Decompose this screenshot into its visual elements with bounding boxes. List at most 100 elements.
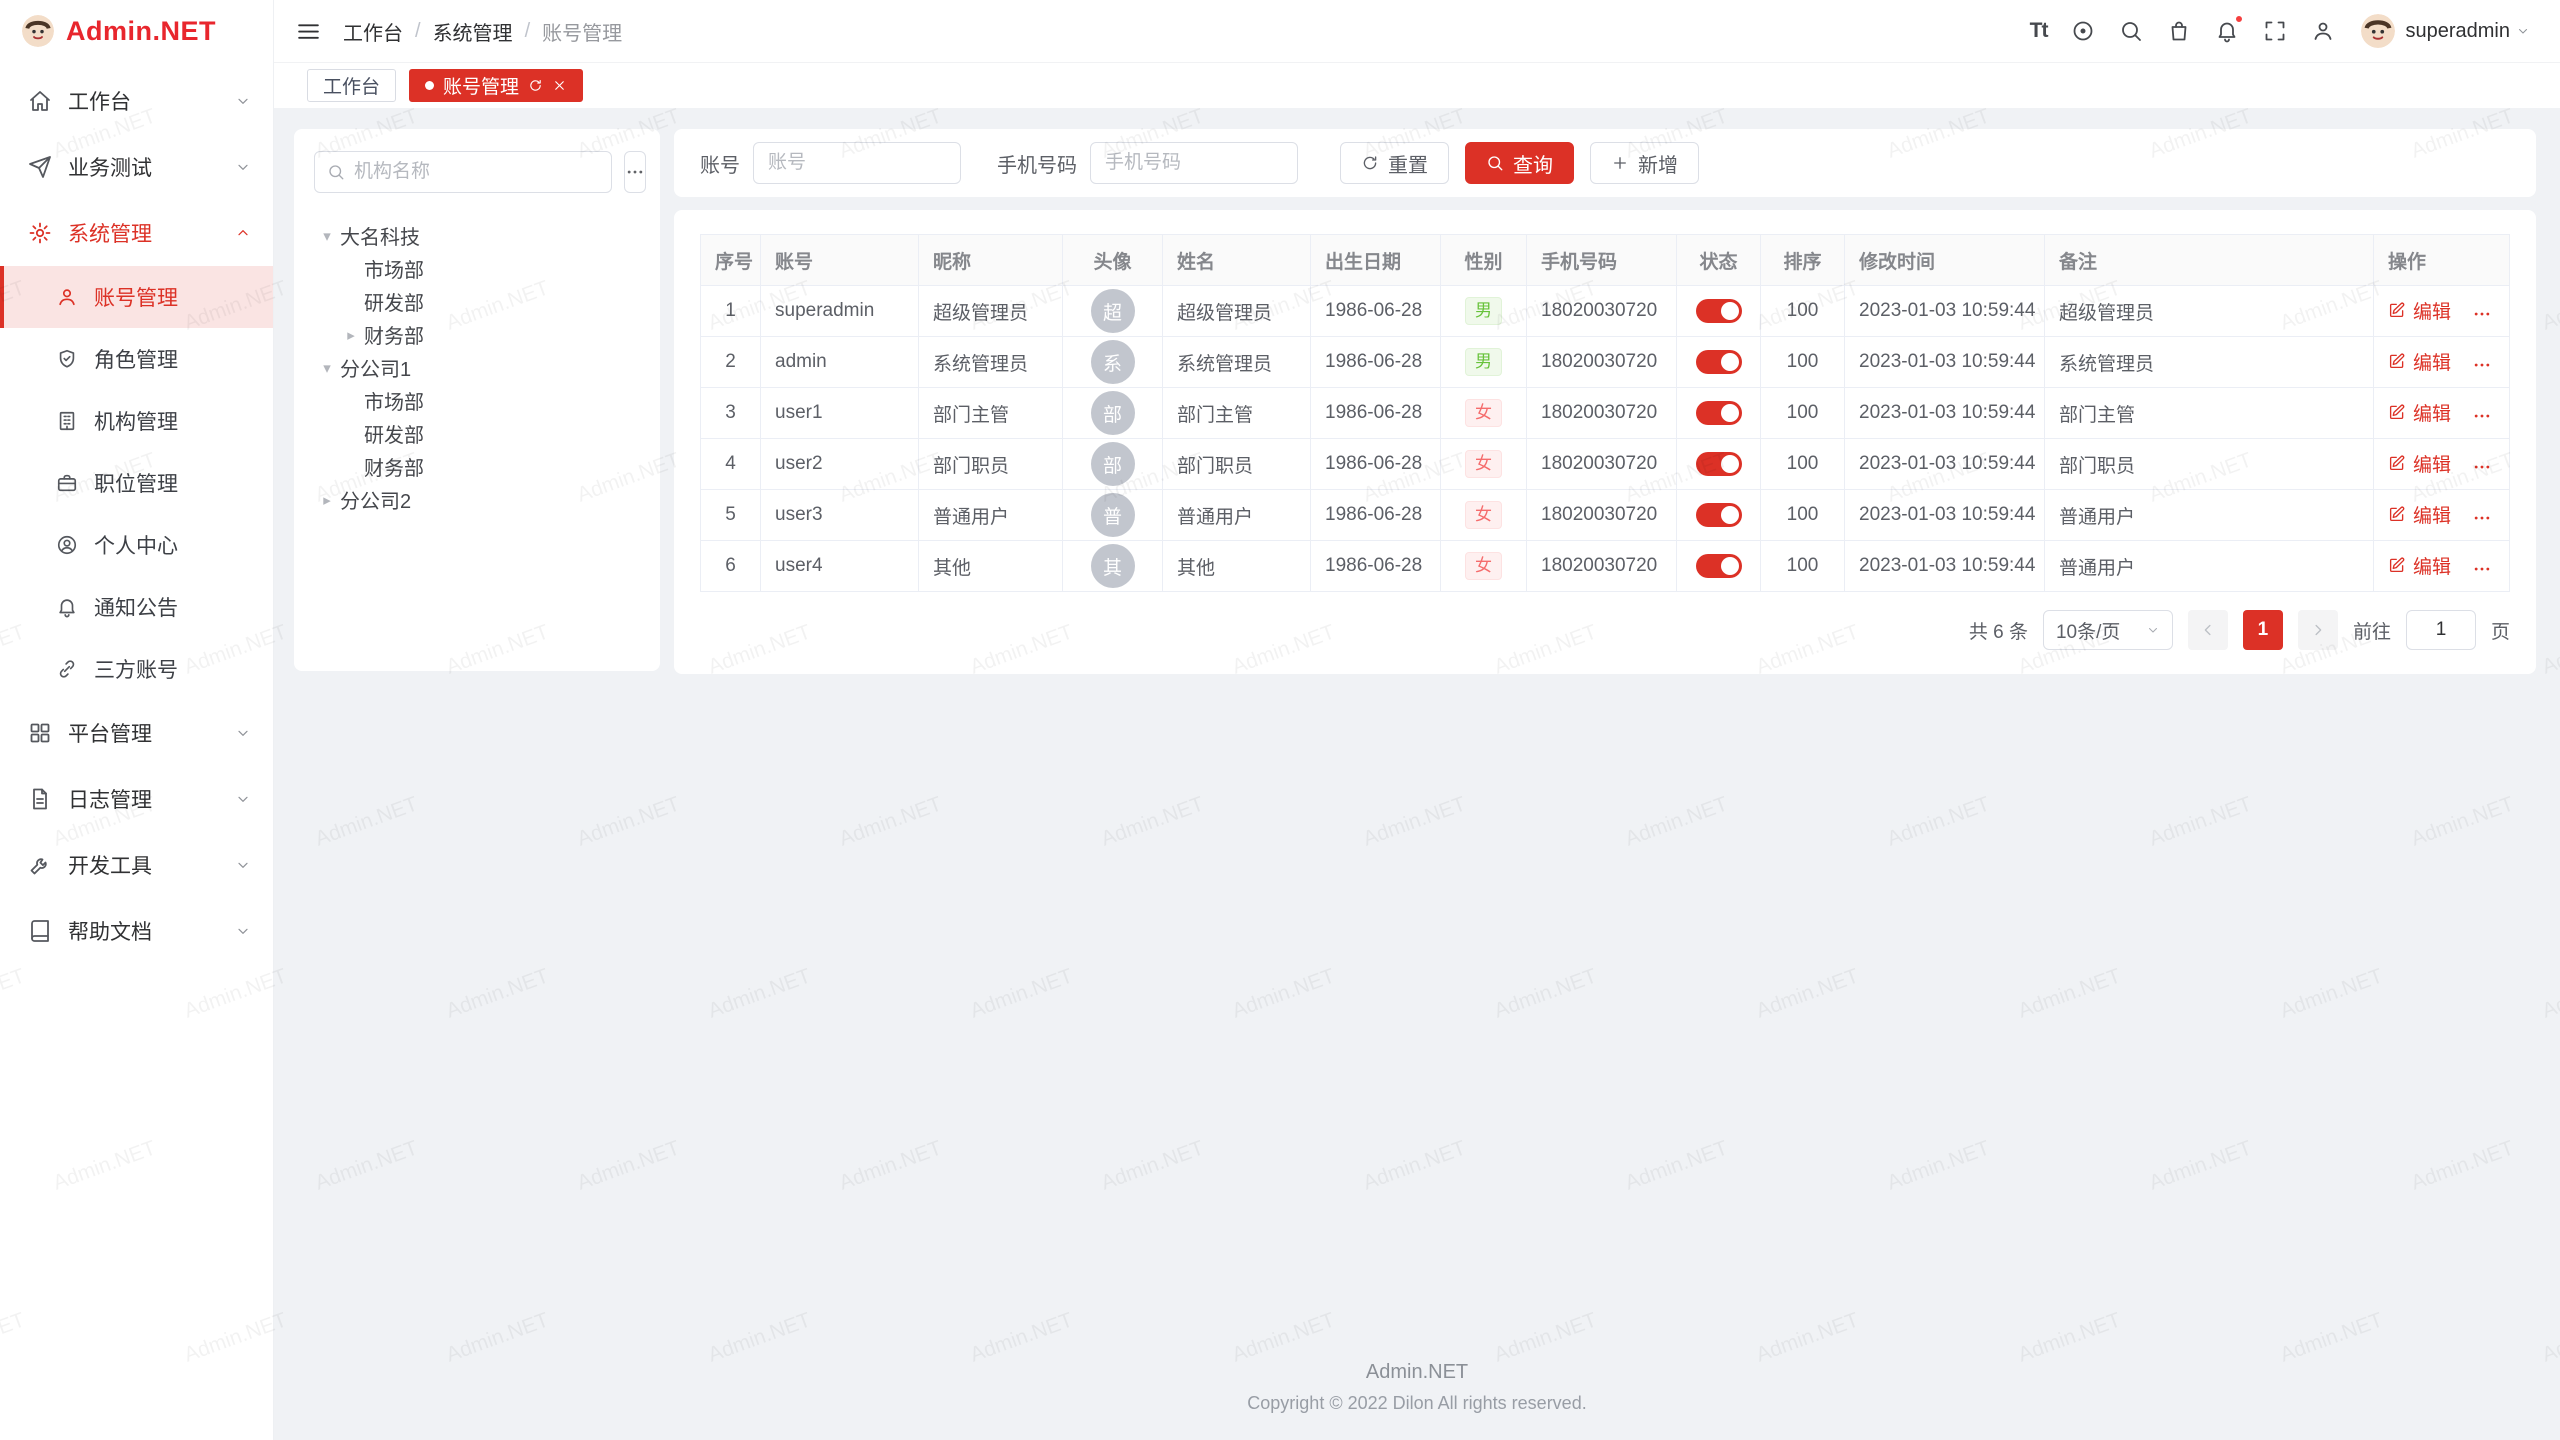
edit-button[interactable]: 编辑	[2388, 348, 2451, 375]
edit-button[interactable]: 编辑	[2388, 552, 2451, 579]
col-header-actions: 操作	[2374, 235, 2510, 286]
sidebar-item-dev-tools[interactable]: 开发工具	[0, 832, 273, 898]
sidebar-item-personal-center[interactable]: 个人中心	[0, 514, 273, 576]
col-header-avatar: 头像	[1063, 235, 1163, 286]
status-toggle[interactable]	[1696, 299, 1742, 323]
gear-icon	[28, 221, 52, 245]
sidebar-item-log-management[interactable]: 日志管理	[0, 766, 273, 832]
tree-node[interactable]: ▸ 财务部	[314, 318, 640, 351]
breadcrumb-item[interactable]: 系统管理	[433, 17, 513, 46]
edit-label: 编辑	[2413, 348, 2451, 375]
goto-page-input[interactable]	[2406, 610, 2476, 650]
cell-birthdate: 1986-06-28	[1311, 490, 1441, 541]
notification-bell[interactable]	[2215, 19, 2239, 43]
caret-right-icon[interactable]: ▸	[338, 326, 364, 344]
current-page-button[interactable]: 1	[2243, 610, 2283, 650]
search-icon[interactable]	[2119, 19, 2143, 43]
paper-plane-icon	[28, 155, 52, 179]
status-toggle[interactable]	[1696, 350, 1742, 374]
row-more-icon[interactable]	[2472, 304, 2492, 324]
collapse-menu-icon[interactable]	[296, 19, 321, 44]
skin-icon[interactable]	[2167, 19, 2191, 43]
phone-filter-input[interactable]	[1090, 142, 1298, 184]
account-filter-input[interactable]	[753, 142, 961, 184]
cell-account: user3	[761, 490, 919, 541]
edit-icon	[2388, 352, 2406, 370]
tree-node[interactable]: 研发部	[314, 285, 640, 318]
reset-button[interactable]: 重置	[1340, 142, 1449, 184]
sidebar-item-workbench[interactable]: 工作台	[0, 68, 273, 134]
cell-birthdate: 1986-06-28	[1311, 439, 1441, 490]
chevron-down-icon[interactable]	[2516, 24, 2530, 38]
person-icon[interactable]	[2311, 19, 2335, 43]
tab-workbench[interactable]: 工作台	[307, 69, 396, 102]
org-more-button[interactable]	[624, 151, 646, 193]
app-root: Admin.NET 工作台 业务测试 系统管理 账号管理	[0, 0, 2560, 1440]
page-size-select[interactable]: 10条/页	[2043, 610, 2173, 650]
gender-badge: 女	[1465, 501, 1502, 530]
row-more-icon[interactable]	[2472, 355, 2492, 375]
cell-index: 3	[701, 388, 761, 439]
sidebar-item-label: 角色管理	[94, 344, 178, 374]
user-avatar[interactable]	[2361, 14, 2395, 48]
app-logo[interactable]: Admin.NET	[0, 0, 273, 62]
sidebar-item-help-docs[interactable]: 帮助文档	[0, 898, 273, 964]
avatar: 超	[1091, 289, 1135, 333]
status-toggle[interactable]	[1696, 452, 1742, 476]
caret-right-icon[interactable]: ▸	[314, 491, 340, 509]
sidebar-item-position-management[interactable]: 职位管理	[0, 452, 273, 514]
org-name-search-input[interactable]	[354, 161, 599, 183]
tree-node[interactable]: 财务部	[314, 450, 640, 483]
caret-down-icon[interactable]: ▾	[314, 227, 340, 245]
add-button[interactable]: 新增	[1590, 142, 1699, 184]
cell-order: 100	[1761, 541, 1845, 592]
sidebar-item-third-party-account[interactable]: 三方账号	[0, 638, 273, 700]
sidebar-item-label: 三方账号	[94, 654, 178, 684]
status-toggle[interactable]	[1696, 554, 1742, 578]
caret-down-icon[interactable]: ▾	[314, 359, 340, 377]
sidebar-item-role-management[interactable]: 角色管理	[0, 328, 273, 390]
cell-status	[1677, 286, 1761, 337]
row-more-icon[interactable]	[2472, 457, 2492, 477]
next-page-button[interactable]	[2298, 610, 2338, 650]
search-button[interactable]: 查询	[1465, 142, 1574, 184]
cell-birthdate: 1986-06-28	[1311, 388, 1441, 439]
row-more-icon[interactable]	[2472, 508, 2492, 528]
tab-close-icon[interactable]	[552, 78, 567, 93]
cell-order: 100	[1761, 286, 1845, 337]
cell-name: 其他	[1163, 541, 1311, 592]
sidebar-item-account-management[interactable]: 账号管理	[0, 266, 273, 328]
tab-refresh-icon[interactable]	[528, 78, 543, 93]
tree-node[interactable]: ▸ 分公司2	[314, 483, 640, 516]
breadcrumb-item[interactable]: 工作台	[343, 17, 403, 46]
tree-node[interactable]: ▾ 分公司1	[314, 351, 640, 384]
fullscreen-icon[interactable]	[2263, 19, 2287, 43]
edit-button[interactable]: 编辑	[2388, 501, 2451, 528]
row-more-icon[interactable]	[2472, 406, 2492, 426]
edit-button[interactable]: 编辑	[2388, 399, 2451, 426]
font-size-icon[interactable]: Tt	[2030, 19, 2048, 43]
cell-gender: 女	[1441, 388, 1527, 439]
tree-node[interactable]: 市场部	[314, 384, 640, 417]
row-more-icon[interactable]	[2472, 559, 2492, 579]
theme-icon[interactable]	[2071, 19, 2095, 43]
sidebar-item-platform-management[interactable]: 平台管理	[0, 700, 273, 766]
sidebar-item-system-management[interactable]: 系统管理	[0, 200, 273, 266]
sidebar-item-notice[interactable]: 通知公告	[0, 576, 273, 638]
sidebar-item-org-management[interactable]: 机构管理	[0, 390, 273, 452]
prev-page-button[interactable]	[2188, 610, 2228, 650]
org-search-box	[314, 151, 612, 193]
edit-button[interactable]: 编辑	[2388, 450, 2451, 477]
sidebar-item-business-test[interactable]: 业务测试	[0, 134, 273, 200]
tree-node[interactable]: 研发部	[314, 417, 640, 450]
tree-node[interactable]: ▾ 大名科技	[314, 219, 640, 252]
cell-modified-time: 2023-01-03 10:59:44	[1845, 541, 2045, 592]
edit-button[interactable]: 编辑	[2388, 297, 2451, 324]
tree-node-label: 大名科技	[340, 221, 420, 250]
username[interactable]: superadmin	[2405, 20, 2510, 43]
status-toggle[interactable]	[1696, 503, 1742, 527]
sidebar-item-label: 账号管理	[94, 282, 178, 312]
tree-node[interactable]: 市场部	[314, 252, 640, 285]
status-toggle[interactable]	[1696, 401, 1742, 425]
tab-account-management[interactable]: 账号管理	[409, 69, 583, 102]
